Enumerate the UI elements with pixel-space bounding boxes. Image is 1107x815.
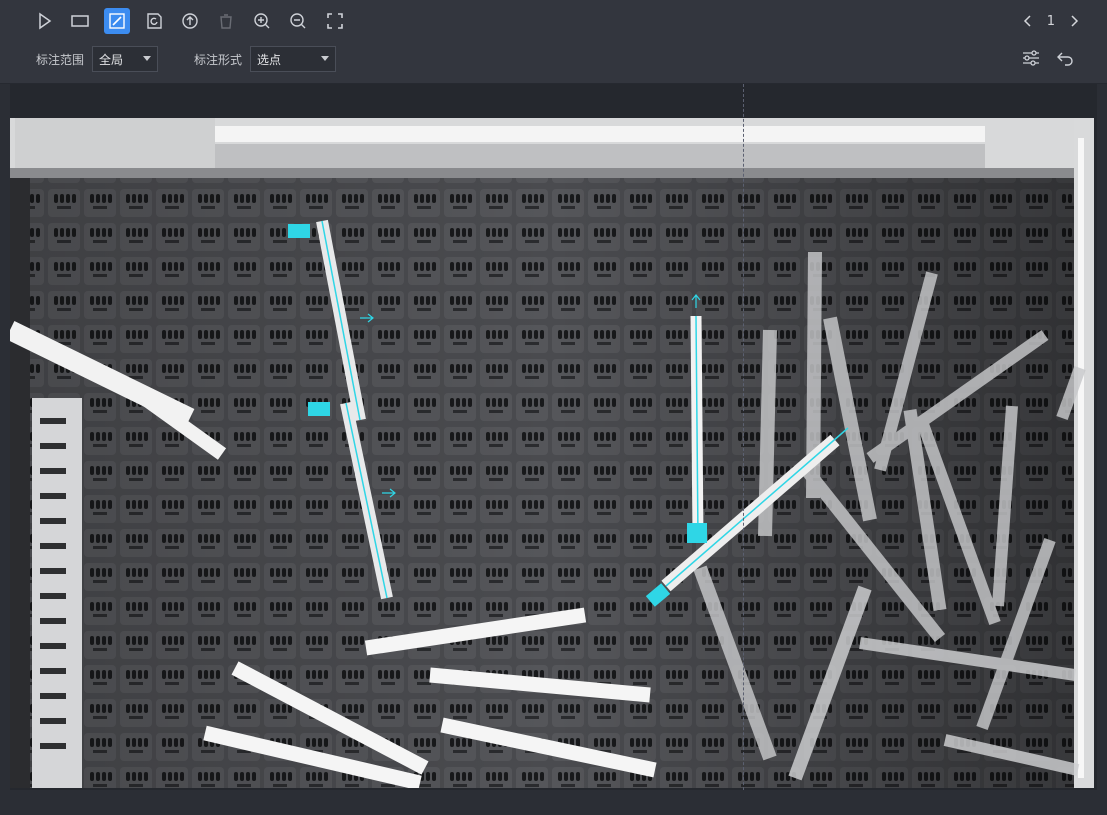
upload-icon [182, 13, 198, 29]
caret-down-icon [321, 56, 330, 61]
export-tool[interactable] [141, 8, 167, 34]
zoom-out-tool[interactable] [285, 8, 311, 34]
fullscreen-icon [327, 13, 343, 29]
caret-down-icon [143, 56, 152, 61]
scope-label: 标注范围 [36, 52, 85, 67]
settings-sliders-icon [1023, 50, 1039, 66]
rectangle-icon [71, 15, 89, 27]
fullscreen-tool[interactable] [322, 8, 348, 34]
scope-select-value: 全局 [99, 52, 124, 67]
trash-icon [220, 14, 232, 29]
edit-tool[interactable] [104, 8, 130, 34]
edit-icon [109, 13, 125, 29]
upload-tool[interactable] [177, 8, 203, 34]
pointer-icon [39, 12, 52, 30]
page-number: 1 [1046, 13, 1055, 29]
annotation-point-marker[interactable] [687, 523, 707, 543]
scope-select[interactable]: 全局 [92, 46, 159, 72]
conveyor-image[interactable] [10, 118, 1094, 788]
annotation-point-marker[interactable] [308, 402, 330, 416]
annotation-app: 1 标注范围 全局 标注形式 选点 [0, 0, 1107, 815]
scope-control: 标注范围 全局 [36, 46, 159, 72]
annotation-point-marker[interactable] [288, 224, 310, 238]
zoom-in-tool[interactable] [249, 8, 275, 34]
previous-page-button[interactable] [1021, 10, 1035, 32]
form-select-value: 选点 [257, 52, 282, 67]
rectangle-tool[interactable] [67, 8, 93, 34]
undo-icon [1057, 52, 1073, 66]
chevron-left-icon [1023, 15, 1031, 27]
form-label: 标注形式 [194, 52, 243, 67]
export-icon [147, 13, 162, 29]
settings-button[interactable] [1021, 48, 1041, 68]
zoom-in-icon [254, 13, 270, 29]
next-page-button[interactable] [1067, 10, 1081, 32]
conveyor-photo [10, 118, 1094, 788]
chevron-right-icon [1071, 15, 1079, 27]
undo-button[interactable] [1055, 48, 1075, 68]
form-control: 标注形式 选点 [194, 46, 337, 72]
form-select[interactable]: 选点 [250, 46, 337, 72]
bottom-strip [0, 790, 1107, 815]
zoom-out-icon [290, 13, 306, 29]
select-pointer-tool[interactable] [32, 8, 58, 34]
delete-tool[interactable] [213, 8, 239, 34]
toolbar-right-actions [1021, 48, 1075, 68]
pagination: 1 [1021, 10, 1081, 32]
vertical-guide-line [743, 84, 744, 815]
toolbar: 1 标注范围 全局 标注形式 选点 [0, 0, 1107, 84]
